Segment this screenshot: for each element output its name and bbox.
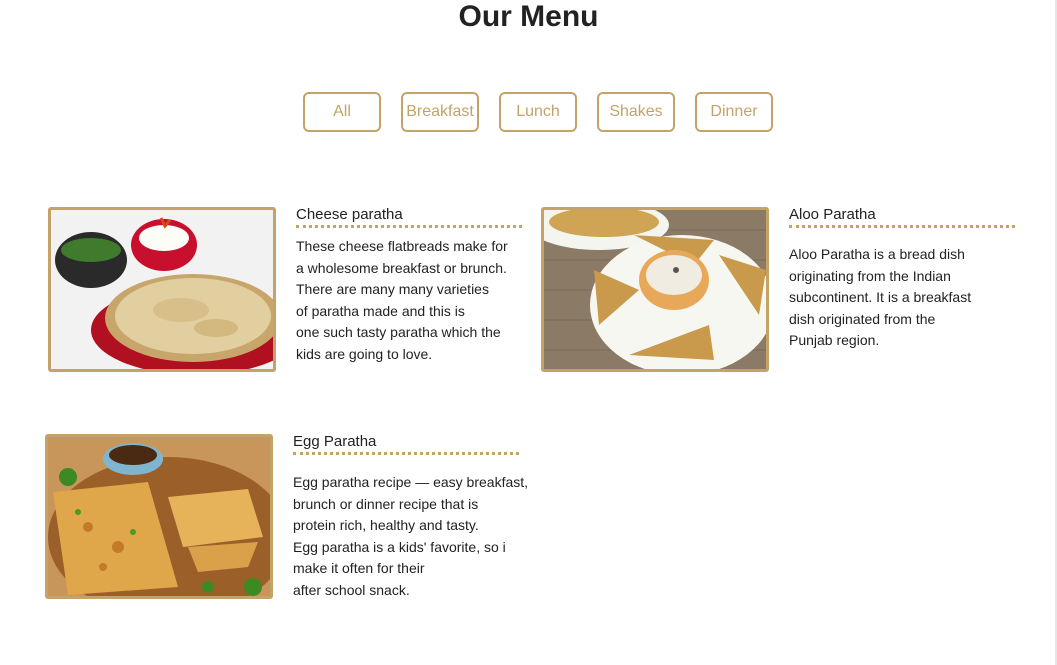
description-line: Punjab region.	[789, 332, 880, 348]
cheese-paratha-image	[48, 207, 276, 372]
item-title-aloo-paratha: Aloo Paratha	[789, 206, 876, 223]
item-description-cheese-paratha: These cheese flatbreads make for a whole…	[296, 236, 508, 365]
filter-dinner-button[interactable]: Dinner	[695, 92, 773, 132]
title-divider	[296, 225, 522, 228]
filter-all-button[interactable]: All	[303, 92, 381, 132]
description-line: subcontinent. It is a breakfast	[789, 289, 972, 305]
page-title: Our Menu	[458, 0, 599, 33]
description-line: There are many many varieties	[296, 281, 489, 297]
item-description-egg-paratha: Egg paratha recipe — easy breakfast, bru…	[293, 472, 528, 601]
egg-paratha-image	[45, 434, 273, 599]
description-line: dish originated from the	[789, 310, 936, 327]
description-line: a wholesome breakfast or brunch.	[296, 259, 507, 276]
description-line: one such tasty paratha which the	[296, 324, 501, 340]
description-line: These cheese flatbreads make for	[296, 238, 508, 254]
filter-breakfast-button[interactable]: Breakfast	[401, 92, 479, 132]
item-title-egg-paratha: Egg Paratha	[293, 433, 377, 450]
title-divider	[293, 452, 519, 455]
description-line: kids are going to love.	[296, 345, 433, 362]
aloo-paratha-image	[541, 207, 769, 372]
description-line: Egg paratha recipe — easy breakfast,	[293, 474, 529, 490]
description-line: Egg paratha is a kids' favorite, so i	[293, 538, 506, 555]
description-line: of paratha made and this is	[296, 302, 465, 319]
description-line: originating from the Indian	[789, 267, 951, 284]
description-line: make it often for their	[293, 560, 425, 576]
item-title-cheese-paratha: Cheese paratha	[296, 206, 403, 223]
title-divider	[789, 225, 1015, 228]
filter-lunch-button[interactable]: Lunch	[499, 92, 577, 132]
description-line: Aloo Paratha is a bread dish	[789, 246, 965, 262]
description-line: brunch or dinner recipe that is	[293, 495, 479, 512]
item-description-aloo-paratha: Aloo Paratha is a bread dish originating…	[789, 244, 971, 352]
description-line: after school snack.	[293, 581, 410, 598]
filter-shakes-button[interactable]: Shakes	[597, 92, 675, 132]
description-line: protein rich, healthy and tasty.	[293, 517, 479, 533]
